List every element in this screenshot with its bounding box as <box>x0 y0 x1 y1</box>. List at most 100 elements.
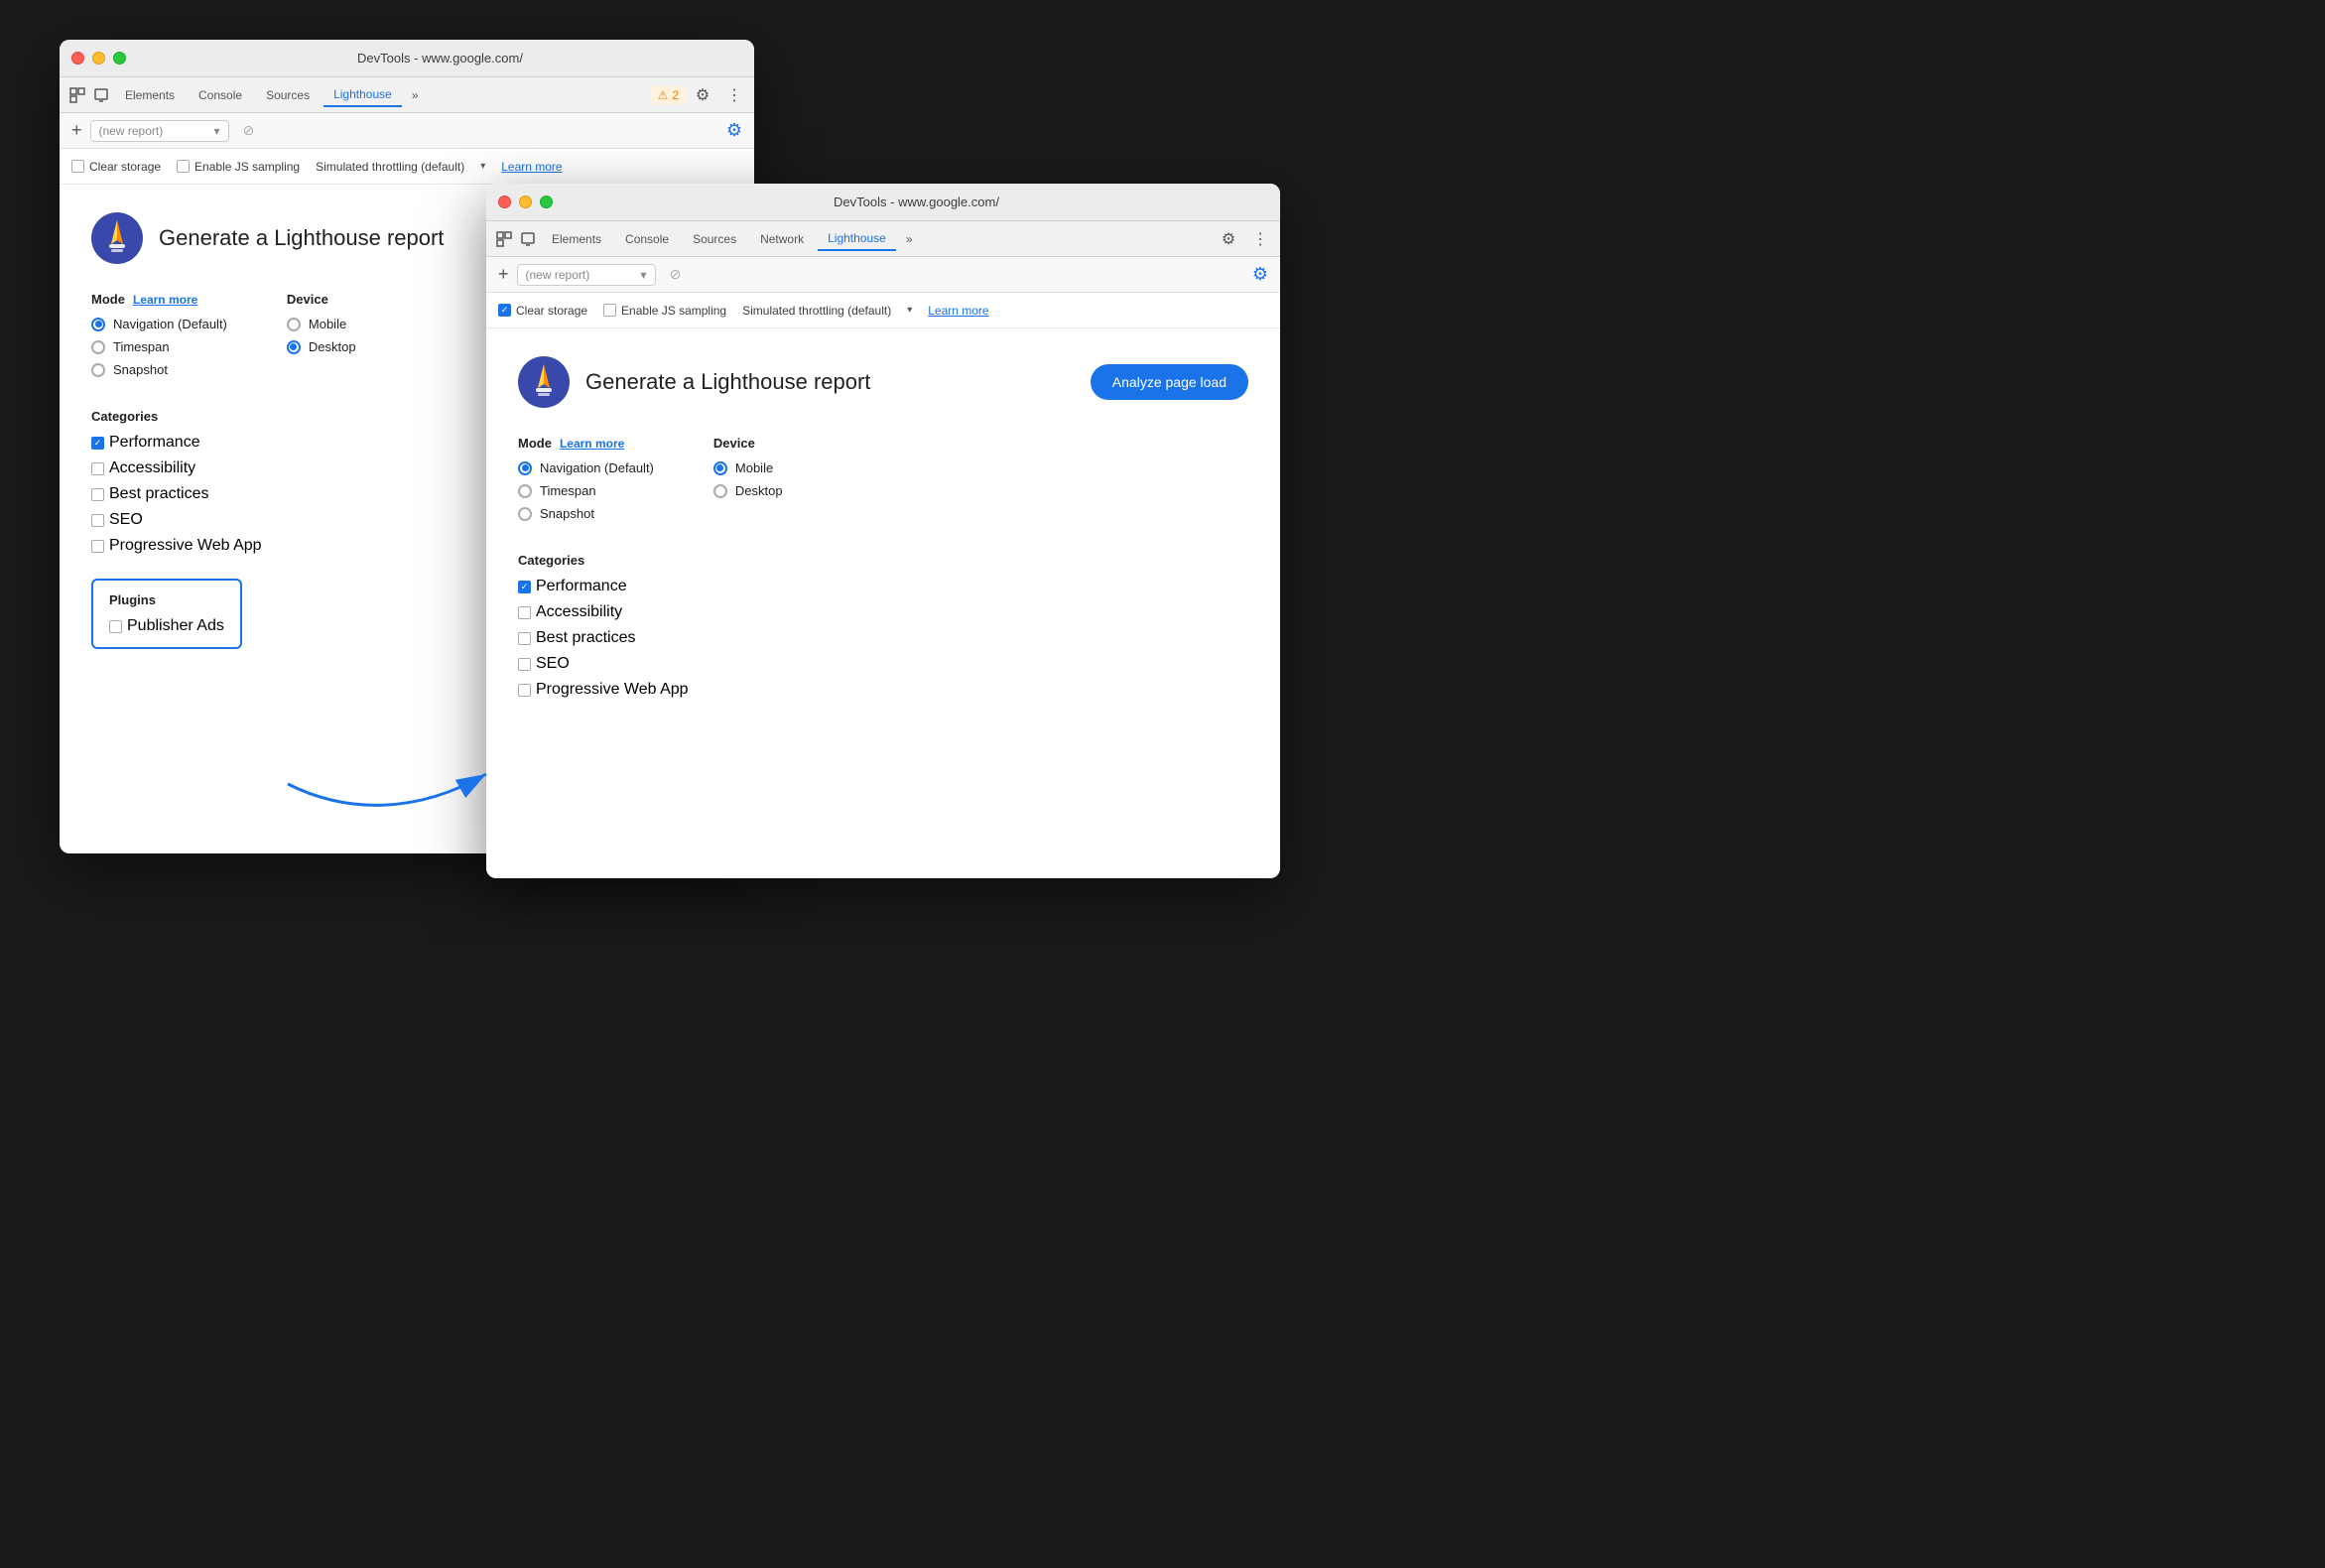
tab-sources-back[interactable]: Sources <box>256 84 320 106</box>
device-mobile-radio-front[interactable] <box>713 461 727 475</box>
more-icon-front[interactable]: ⋮ <box>1248 227 1272 251</box>
js-sampling-label-front: Enable JS sampling <box>621 304 726 318</box>
device-mobile-radio-back[interactable] <box>287 318 301 331</box>
js-sampling-option-front[interactable]: Enable JS sampling <box>603 304 726 318</box>
mode-navigation-radio-back[interactable] <box>91 318 105 331</box>
clear-report-icon-front[interactable]: ⊘ <box>664 263 688 287</box>
cat-accessibility-cb-back[interactable] <box>91 462 104 475</box>
tab-lighthouse-front[interactable]: Lighthouse <box>818 227 896 251</box>
report-header-front: Generate a Lighthouse report Analyze pag… <box>518 356 1248 408</box>
cat-best-practices-front[interactable]: Best practices <box>518 629 1248 647</box>
report-selector-back[interactable]: (new report) ▾ <box>90 120 229 142</box>
plugin-publisher-ads-back[interactable]: Publisher Ads <box>109 617 224 635</box>
cat-performance-front[interactable]: ✓ Performance <box>518 578 1248 595</box>
js-sampling-checkbox-front[interactable] <box>603 304 616 317</box>
js-sampling-label-back: Enable JS sampling <box>194 160 300 174</box>
device-desktop-front[interactable]: Desktop <box>713 483 783 498</box>
add-report-button-back[interactable]: + <box>71 120 82 141</box>
title-bar-back: DevTools - www.google.com/ <box>60 40 754 77</box>
mode-timespan-front[interactable]: Timespan <box>518 483 654 498</box>
mode-snapshot-front[interactable]: Snapshot <box>518 506 654 521</box>
device-icon-front[interactable] <box>518 229 538 249</box>
device-desktop-back[interactable]: Desktop <box>287 339 356 354</box>
tab-network-front[interactable]: Network <box>750 228 814 250</box>
clear-storage-option-back[interactable]: Clear storage <box>71 160 161 174</box>
mode-learn-more-back[interactable]: Learn more <box>133 293 197 307</box>
inspect-icon[interactable] <box>67 85 87 105</box>
tab-elements-front[interactable]: Elements <box>542 228 611 250</box>
traffic-lights-back <box>71 52 126 65</box>
throttling-arrow-back[interactable]: ▾ <box>480 161 485 172</box>
tab-more-back[interactable]: » <box>406 84 425 106</box>
cat-seo-cb-back[interactable] <box>91 514 104 527</box>
lighthouse-logo-front <box>518 356 570 408</box>
clear-report-icon-back[interactable]: ⊘ <box>237 119 261 143</box>
learn-more-link-front[interactable]: Learn more <box>928 304 988 318</box>
settings-icon-back[interactable]: ⚙ <box>691 83 714 107</box>
close-button-front[interactable] <box>498 196 511 208</box>
mode-snapshot-radio-back[interactable] <box>91 363 105 377</box>
tab-console-back[interactable]: Console <box>189 84 252 106</box>
mode-snapshot-radio-front[interactable] <box>518 507 532 521</box>
report-selector-front[interactable]: (new report) ▾ <box>517 264 656 286</box>
categories-list-front: ✓ Performance Accessibility Best practic… <box>518 578 1248 699</box>
cat-accessibility-front[interactable]: Accessibility <box>518 603 1248 621</box>
cat-performance-cb-back[interactable]: ✓ <box>91 437 104 450</box>
cat-pwa-front[interactable]: Progressive Web App <box>518 681 1248 699</box>
report-placeholder-front: (new report) <box>526 268 590 282</box>
tab-bar-back: Elements Console Sources Lighthouse » ⚠ … <box>60 77 754 113</box>
maximize-button-front[interactable] <box>540 196 553 208</box>
close-button-back[interactable] <box>71 52 84 65</box>
mode-label-front: Mode Learn more <box>518 436 654 451</box>
analyze-button-front[interactable]: Analyze page load <box>1091 364 1248 400</box>
settings-gear-back[interactable]: ⚙ <box>726 120 742 141</box>
add-report-button-front[interactable]: + <box>498 264 509 285</box>
mode-timespan-radio-back[interactable] <box>91 340 105 354</box>
plugin-publisher-ads-cb-back[interactable] <box>109 620 122 633</box>
learn-more-link-back[interactable]: Learn more <box>501 160 562 174</box>
mode-navigation-back[interactable]: Navigation (Default) <box>91 317 227 331</box>
more-icon-back[interactable]: ⋮ <box>722 83 746 107</box>
tab-actions-back: ⚙ ⋮ <box>691 83 746 107</box>
device-icon[interactable] <box>91 85 111 105</box>
clear-storage-option-front[interactable]: ✓ Clear storage <box>498 304 587 318</box>
cat-pwa-cb-back[interactable] <box>91 540 104 553</box>
cat-best-practices-cb-back[interactable] <box>91 488 104 501</box>
mode-navigation-radio-front[interactable] <box>518 461 532 475</box>
plugins-box-back: Plugins Publisher Ads <box>91 579 242 649</box>
mode-navigation-front[interactable]: Navigation (Default) <box>518 460 654 475</box>
device-desktop-radio-front[interactable] <box>713 484 727 498</box>
device-desktop-radio-back[interactable] <box>287 340 301 354</box>
mode-timespan-back[interactable]: Timespan <box>91 339 227 354</box>
cat-performance-cb-front[interactable]: ✓ <box>518 581 531 593</box>
js-sampling-checkbox-back[interactable] <box>177 160 190 173</box>
mode-snapshot-back[interactable]: Snapshot <box>91 362 227 377</box>
clear-storage-checkbox-back[interactable] <box>71 160 84 173</box>
tab-more-front[interactable]: » <box>900 228 919 250</box>
minimize-button-front[interactable] <box>519 196 532 208</box>
mode-timespan-radio-front[interactable] <box>518 484 532 498</box>
inspect-icon-front[interactable] <box>494 229 514 249</box>
main-content-front: Generate a Lighthouse report Analyze pag… <box>486 328 1280 734</box>
device-col-front: Device Mobile Desktop <box>713 436 783 529</box>
device-mobile-front[interactable]: Mobile <box>713 460 783 475</box>
tab-sources-front[interactable]: Sources <box>683 228 746 250</box>
throttling-text-front: Simulated throttling (default) <box>742 304 891 318</box>
tab-console-front[interactable]: Console <box>615 228 679 250</box>
cat-accessibility-cb-front[interactable] <box>518 606 531 619</box>
tab-elements-back[interactable]: Elements <box>115 84 185 106</box>
throttling-arrow-front[interactable]: ▾ <box>907 305 912 316</box>
minimize-button-back[interactable] <box>92 52 105 65</box>
js-sampling-option-back[interactable]: Enable JS sampling <box>177 160 300 174</box>
device-mobile-back[interactable]: Mobile <box>287 317 356 331</box>
maximize-button-back[interactable] <box>113 52 126 65</box>
clear-storage-checkbox-front[interactable]: ✓ <box>498 304 511 317</box>
cat-seo-front[interactable]: SEO <box>518 655 1248 673</box>
mode-learn-more-front[interactable]: Learn more <box>560 437 624 451</box>
cat-seo-cb-front[interactable] <box>518 658 531 671</box>
tab-lighthouse-back[interactable]: Lighthouse <box>323 83 402 107</box>
settings-gear-front[interactable]: ⚙ <box>1252 264 1268 285</box>
cat-pwa-cb-front[interactable] <box>518 684 531 697</box>
cat-best-practices-cb-front[interactable] <box>518 632 531 645</box>
settings-icon-front[interactable]: ⚙ <box>1217 227 1240 251</box>
